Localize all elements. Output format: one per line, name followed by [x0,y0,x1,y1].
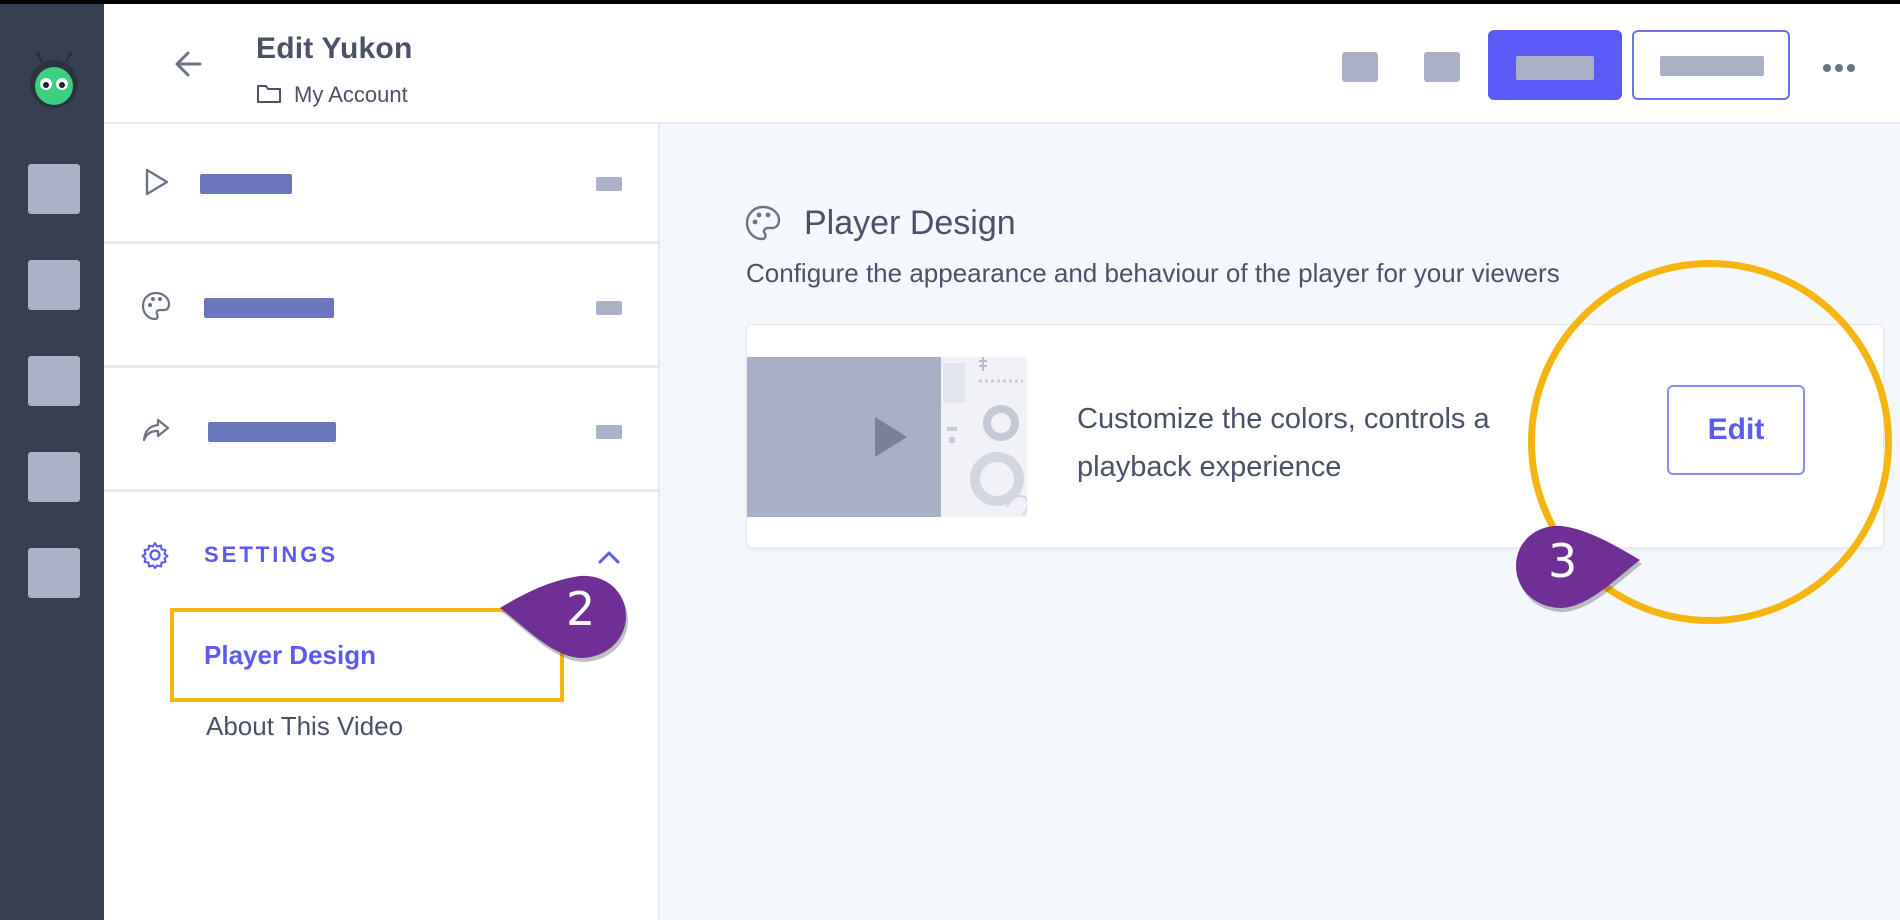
panel-row-design[interactable] [104,248,658,368]
section-title: Player Design [804,204,1016,242]
breadcrumb[interactable]: My Account [294,82,408,108]
panel-row-video-count [596,177,622,191]
header-action-2[interactable] [1424,52,1460,82]
section-description: Configure the appearance and behaviour o… [746,258,1560,288]
settings-item-about-video[interactable]: About This Video [206,711,403,742]
rail-nav-5[interactable] [28,548,80,598]
rail-nav-2[interactable] [28,260,80,310]
top-header: Edit Yukon My Account [104,0,1900,124]
back-arrow-icon[interactable] [170,44,210,84]
player-thumbnail [747,357,1027,517]
header-secondary-button[interactable] [1632,30,1790,100]
callout-step-2-shape [500,575,628,662]
rail-nav-4[interactable] [28,452,80,502]
share-icon [142,418,170,442]
panel-row-share-label [208,422,336,442]
panel-row-video[interactable] [104,124,658,244]
gear-icon [141,542,169,569]
panel-row-design-count [596,301,622,315]
settings-section-label[interactable]: SETTINGS [204,542,338,568]
header-primary-button[interactable] [1488,30,1622,100]
folder-icon [257,85,281,103]
play-icon [145,168,169,196]
settings-panel: SETTINGS Player Design About This Video [104,124,660,920]
card-description-line-2: playback experience [1077,451,1342,483]
card-description: Customize the colors, controls a playbac… [1077,395,1597,491]
card-description-line-1: Customize the colors, controls a [1077,403,1490,435]
rail-nav-3[interactable] [28,356,80,406]
panel-row-share-count [596,425,622,439]
more-icon[interactable] [1822,62,1856,74]
panel-row-video-label [200,174,292,194]
left-rail [0,0,104,920]
panel-row-design-label [204,298,334,318]
page-title: Edit Yukon [256,32,413,65]
header-primary-placeholder [1516,56,1594,80]
chevron-up-icon[interactable] [596,548,622,566]
app-logo-icon[interactable] [26,52,82,112]
callout-step-3: 3 [1548,534,1578,588]
palette-icon [745,205,781,241]
app-window: Edit Yukon My Account SETTINGS Player De… [0,0,1900,920]
rail-nav-1[interactable] [28,164,80,214]
callout-step-3-shape [1516,525,1642,612]
callout-step-2: 2 [566,582,596,636]
palette-icon [141,291,171,321]
header-secondary-placeholder [1660,56,1764,76]
header-action-1[interactable] [1342,52,1378,82]
panel-row-share[interactable] [104,372,658,492]
